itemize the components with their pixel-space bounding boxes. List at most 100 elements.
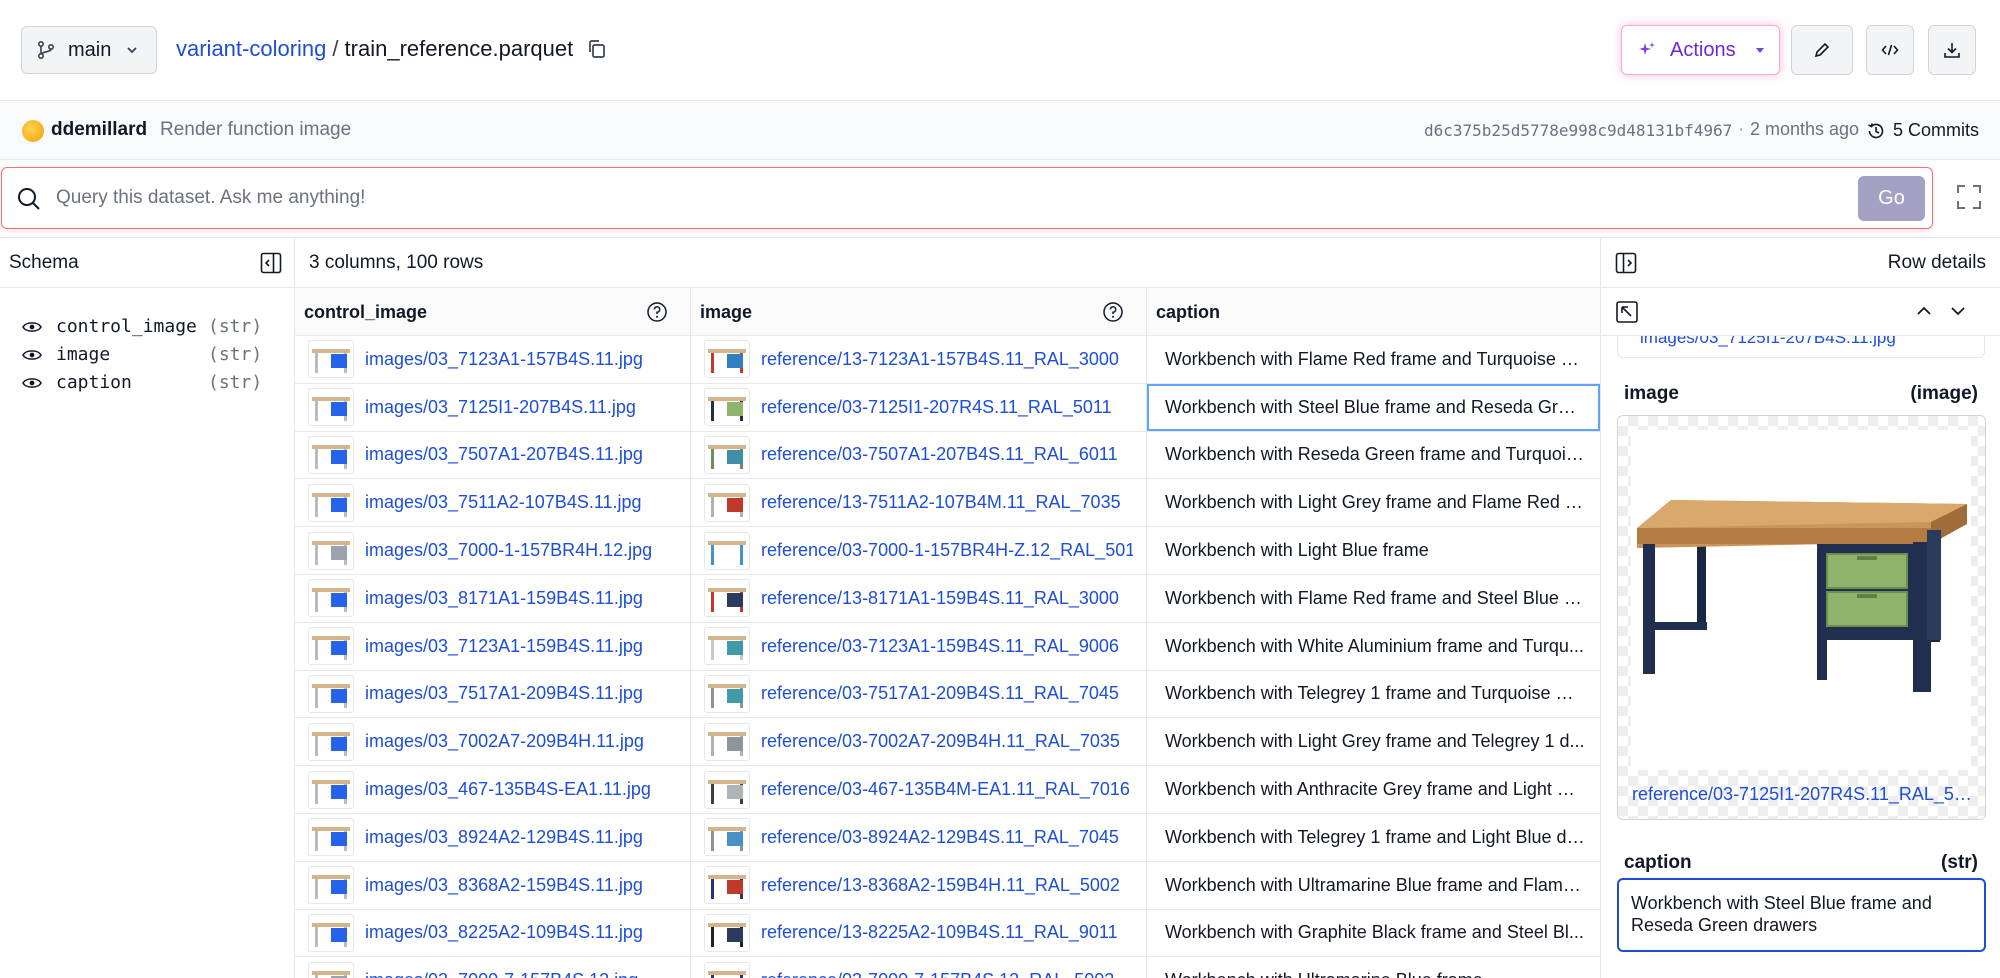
image-link[interactable]: reference/03-7002A7-209B4H.11_RAL_7035 <box>761 731 1133 752</box>
image-link[interactable]: reference/13-8225A2-109B4S.11_RAL_9011 <box>761 922 1133 943</box>
control-thumbnail[interactable] <box>308 627 354 666</box>
table-row[interactable]: images/03_7511A2-107B4S.11.jpg reference/… <box>295 479 1600 528</box>
caption-cell[interactable]: Workbench with Light Grey frame and Flam… <box>1147 479 1600 526</box>
table-row[interactable]: images/03_8225A2-109B4S.11.jpg reference/… <box>295 909 1600 958</box>
image-cell[interactable]: reference/03-7125I1-207R4S.11_RAL_5011 <box>691 383 1147 431</box>
commit-message[interactable]: Render function image <box>160 119 351 141</box>
caption-value-box[interactable]: Workbench with Steel Blue frame and Rese… <box>1617 878 1986 952</box>
chevron-down-icon[interactable] <box>1949 302 1967 320</box>
image-link[interactable]: reference/03-7123A1-159B4S.11_RAL_9006 <box>761 636 1133 657</box>
column-header-image[interactable]: image <box>691 288 1147 336</box>
caption-cell[interactable]: Workbench with Steel Blue frame and Rese… <box>1147 383 1600 431</box>
control-thumbnail[interactable] <box>308 340 354 379</box>
open-external-icon[interactable] <box>1615 300 1639 324</box>
control-image-link[interactable]: images/03_7507A1-207B4S.11.jpg <box>365 444 643 465</box>
image-thumbnail[interactable] <box>704 483 750 522</box>
caption-cell[interactable]: Workbench with Telegrey 1 frame and Ligh… <box>1147 814 1600 861</box>
control-image-cell[interactable]: images/03_7002A7-209B4H.11.jpg <box>295 718 691 766</box>
image-cell[interactable]: reference/03-7123A1-159B4S.11_RAL_9006 <box>691 622 1147 670</box>
image-cell[interactable]: reference/03-7507A1-207B4S.11_RAL_6011 <box>691 431 1147 479</box>
column-header-caption[interactable]: caption <box>1147 288 1600 336</box>
caption-cell[interactable]: Workbench with Reseda Green frame and Tu… <box>1147 432 1600 479</box>
eye-icon[interactable] <box>22 348 42 362</box>
go-button[interactable]: Go <box>1858 176 1925 221</box>
table-row[interactable]: images/03_8171A1-159B4S.11.jpg reference/… <box>295 574 1600 623</box>
control-image-cell[interactable]: images/03_7000-1-157BR4H.12.jpg <box>295 527 691 574</box>
control-image-link[interactable]: images/03_8225A2-109B4S.11.jpg <box>365 922 643 943</box>
control-thumbnail[interactable] <box>308 483 354 522</box>
image-thumbnail[interactable] <box>704 579 750 618</box>
control-image-link[interactable]: images/03_467-135B4S-EA1.11.jpg <box>365 779 651 800</box>
control-image-link[interactable]: images/03_7517A1-209B4S.11.jpg <box>365 683 643 704</box>
image-cell[interactable]: reference/03-467-135B4M-EA1.11_RAL_7016 <box>691 766 1147 813</box>
image-thumbnail[interactable] <box>704 674 750 713</box>
query-input[interactable] <box>56 182 1356 214</box>
image-link[interactable]: reference/03-7000-1-157BR4H-Z.12_RAL_501… <box>761 540 1133 561</box>
avatar[interactable] <box>22 120 44 142</box>
expand-icon[interactable] <box>1956 184 1982 210</box>
download-button[interactable] <box>1928 25 1976 75</box>
control-thumbnail[interactable] <box>308 531 354 570</box>
control-image-cell[interactable]: images/03_7123A1-159B4S.11.jpg <box>295 622 691 670</box>
image-cell[interactable]: reference/03-8924A2-129B4S.11_RAL_7045 <box>691 813 1147 861</box>
control-image-link[interactable]: images/03_7000-7-157B4S.12.jpg <box>365 970 638 978</box>
schema-field-image[interactable]: image (str) <box>22 344 262 365</box>
table-row[interactable]: images/03_7000-1-157BR4H.12.jpg reference… <box>295 527 1600 575</box>
caption-cell[interactable]: Workbench with Ultramarine Blue frame an… <box>1147 862 1600 909</box>
image-thumbnail[interactable] <box>704 388 750 427</box>
control-image-cell[interactable]: images/03_467-135B4S-EA1.11.jpg <box>295 766 691 813</box>
help-icon[interactable] <box>646 301 668 323</box>
chevron-up-icon[interactable] <box>1915 302 1933 320</box>
control-image-cell[interactable]: images/03_8225A2-109B4S.11.jpg <box>295 909 691 957</box>
caption-cell[interactable]: Workbench with Telegrey 1 frame and Turq… <box>1147 671 1600 718</box>
image-link[interactable]: reference/03-7507A1-207B4S.11_RAL_6011 <box>761 444 1133 465</box>
help-icon[interactable] <box>1102 301 1124 323</box>
control-image-cell[interactable]: images/03_8924A2-129B4S.11.jpg <box>295 813 691 861</box>
image-thumbnail[interactable] <box>704 531 750 570</box>
image-thumbnail[interactable] <box>704 435 750 474</box>
control-thumbnail[interactable] <box>308 961 354 978</box>
edit-button[interactable] <box>1791 25 1853 75</box>
image-cell[interactable]: reference/03-7002A7-209B4H.11_RAL_7035 <box>691 718 1147 766</box>
control-image-link[interactable]: images/03_7002A7-209B4H.11.jpg <box>365 731 644 752</box>
caption-cell[interactable]: Workbench with Ultramarine Blue frame <box>1147 957 1600 978</box>
image-thumbnail[interactable] <box>704 818 750 857</box>
image-cell[interactable]: reference/13-8368A2-159B4H.11_RAL_5002 <box>691 861 1147 909</box>
control-thumbnail[interactable] <box>308 866 354 905</box>
control-image-link[interactable]: images/03_8171A1-159B4S.11.jpg <box>365 588 643 609</box>
schema-field-control-image[interactable]: control_image (str) <box>22 316 262 337</box>
control-thumbnail[interactable] <box>308 388 354 427</box>
image-thumbnail[interactable] <box>704 866 750 905</box>
table-row[interactable]: images/03_7002A7-209B4H.11.jpg reference/… <box>295 718 1600 767</box>
branch-selector[interactable]: main <box>21 26 157 74</box>
caption-cell[interactable]: Workbench with White Aluminium frame and… <box>1147 623 1600 670</box>
copy-icon[interactable] <box>587 39 607 59</box>
caption-cell[interactable]: Workbench with Flame Red frame and Turqu… <box>1147 336 1600 383</box>
control-thumbnail[interactable] <box>308 818 354 857</box>
control-image-cell[interactable]: images/03_8368A2-159B4S.11.jpg <box>295 861 691 909</box>
commit-hash[interactable]: d6c375b25d5778e998c9d48131bf4967 <box>1424 121 1732 140</box>
table-row[interactable]: images/03_7125I1-207B4S.11.jpg reference/… <box>295 383 1600 432</box>
control-thumbnail[interactable] <box>308 770 354 809</box>
history-icon[interactable] <box>1866 121 1886 141</box>
control-image-link[interactable]: images/03_7000-1-157BR4H.12.jpg <box>365 540 652 561</box>
control-image-cell[interactable]: images/03_7123A1-157B4S.11.jpg <box>295 336 691 383</box>
commit-author[interactable]: ddemillard <box>51 119 147 141</box>
image-thumbnail[interactable] <box>704 722 750 761</box>
commits-link[interactable]: 5 Commits <box>1893 120 1979 141</box>
image-cell[interactable]: reference/03-7517A1-209B4S.11_RAL_7045 <box>691 670 1147 718</box>
control-thumbnail[interactable] <box>308 722 354 761</box>
image-cell[interactable]: reference/13-8171A1-159B4S.11_RAL_3000 <box>691 574 1147 622</box>
image-cell[interactable]: reference/03-7000-1-157BR4H-Z.12_RAL_501… <box>691 527 1147 574</box>
image-cell[interactable]: reference/13-7511A2-107B4M.11_RAL_7035 <box>691 479 1147 527</box>
image-thumbnail[interactable] <box>704 627 750 666</box>
table-row[interactable]: images/03_7123A1-159B4S.11.jpg reference/… <box>295 622 1600 671</box>
table-row[interactable]: images/03_467-135B4S-EA1.11.jpg reference… <box>295 766 1600 814</box>
image-thumbnail[interactable] <box>704 770 750 809</box>
schema-field-caption[interactable]: caption (str) <box>22 372 262 393</box>
image-thumbnail[interactable] <box>704 913 750 952</box>
caption-cell[interactable]: Workbench with Flame Red frame and Steel… <box>1147 575 1600 622</box>
image-link[interactable]: reference/03-7517A1-209B4S.11_RAL_7045 <box>761 683 1133 704</box>
control-thumbnail[interactable] <box>308 435 354 474</box>
image-cell[interactable]: reference/03-7000-7-157B4S.12_RAL_5002 <box>691 957 1147 978</box>
